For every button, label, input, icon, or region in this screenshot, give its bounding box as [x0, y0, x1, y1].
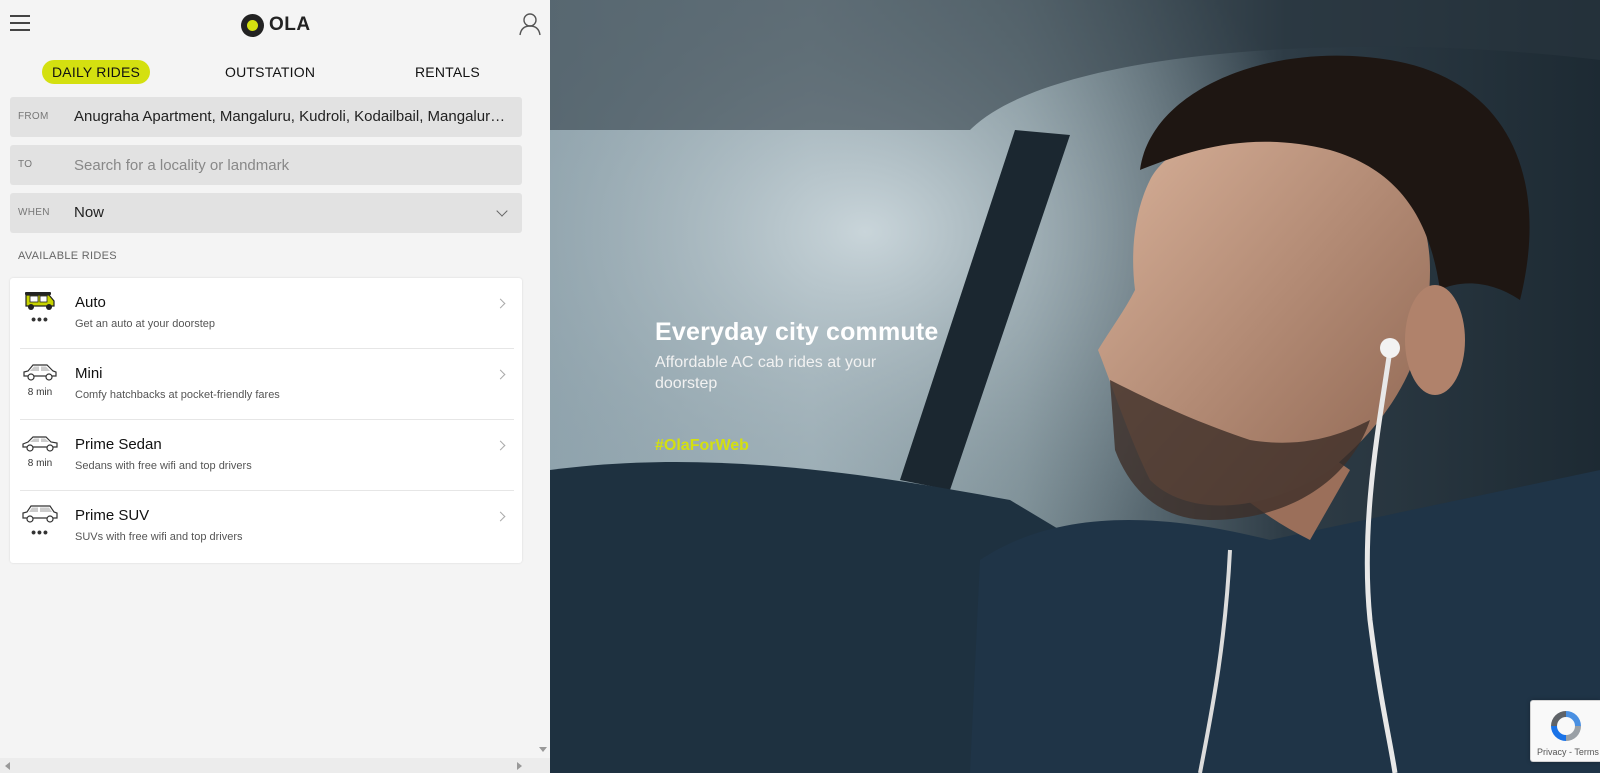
hero-banner: Everyday city commute Affordable AC cab …: [550, 0, 1600, 773]
user-profile-icon[interactable]: [519, 12, 541, 36]
tab-daily-rides[interactable]: DAILY RIDES: [42, 60, 151, 84]
ride-eta: •••: [31, 311, 49, 327]
hatchback-icon: [23, 364, 57, 381]
ride-option-prime-sedan[interactable]: 8 min Prime Sedan Sedans with free wifi …: [10, 420, 522, 491]
ride-option-prime-suv[interactable]: ••• Prime SUV SUVs with free wifi and to…: [10, 491, 522, 562]
ride-description: Get an auto at your doorstep: [75, 318, 216, 330]
tab-outstation[interactable]: OUTSTATION: [225, 60, 315, 84]
from-field[interactable]: FROM Anugraha Apartment, Mangaluru, Kudr…: [10, 97, 522, 137]
hero-subtitle: Affordable AC cab rides at your doorstep: [655, 354, 877, 392]
ride-name: Auto: [75, 294, 106, 311]
sedan-icon: [22, 436, 58, 452]
when-field[interactable]: WHEN Now: [10, 193, 522, 233]
available-rides-heading: AVAILABLE RIDES: [18, 250, 117, 262]
logo-text: OLA: [269, 14, 311, 35]
ride-description: Comfy hatchbacks at pocket-friendly fare…: [75, 389, 280, 401]
recaptcha-icon: [1551, 711, 1581, 741]
menu-icon[interactable]: [10, 15, 30, 33]
auto-rickshaw-icon: [25, 292, 55, 310]
ride-name: Prime SUV: [75, 507, 150, 524]
horizontal-scrollbar[interactable]: [0, 758, 550, 773]
ride-eta: •••: [31, 524, 49, 540]
ride-option-mini[interactable]: 8 min Mini Comfy hatchbacks at pocket-fr…: [10, 349, 522, 420]
chevron-right-icon: [495, 511, 506, 522]
ride-name: Prime Sedan: [75, 436, 162, 453]
to-label: TO: [18, 159, 33, 170]
rides-list: ••• Auto Get an auto at your doorstep 8 …: [10, 278, 522, 563]
ride-eta: 8 min: [27, 387, 53, 398]
when-label: WHEN: [18, 207, 50, 218]
to-input[interactable]: [74, 154, 504, 176]
recaptcha-terms[interactable]: Privacy - Terms: [1537, 747, 1599, 757]
recaptcha-badge[interactable]: Privacy - Terms: [1530, 700, 1600, 762]
ola-logo[interactable]: OLA: [241, 12, 311, 38]
chevron-right-icon: [495, 369, 506, 380]
vertical-scrollbar[interactable]: [536, 49, 550, 758]
to-field[interactable]: TO: [10, 145, 522, 185]
ola-logo-mark-icon: [241, 13, 264, 37]
tab-rentals[interactable]: RENTALS: [415, 60, 480, 84]
ride-option-auto[interactable]: ••• Auto Get an auto at your doorstep: [10, 278, 522, 349]
app-root: OLA DAILY RIDES OUTSTATION RENTALS FROM …: [0, 0, 1600, 773]
hero-title: Everyday city commute: [655, 318, 939, 346]
when-value[interactable]: Now: [74, 204, 512, 221]
ride-description: SUVs with free wifi and top drivers: [75, 531, 243, 543]
hero-hashtag: #OlaForWeb: [655, 437, 749, 454]
top-bar: OLA: [0, 0, 550, 49]
ride-type-tabs: DAILY RIDES OUTSTATION RENTALS: [0, 58, 550, 86]
ride-description: Sedans with free wifi and top drivers: [75, 460, 252, 472]
from-label: FROM: [18, 111, 49, 122]
chevron-right-icon: [495, 440, 506, 451]
ride-name: Mini: [75, 365, 103, 382]
suv-icon: [22, 505, 58, 523]
ride-eta: 8 min: [27, 458, 53, 469]
from-value[interactable]: Anugraha Apartment, Mangaluru, Kudroli, …: [74, 108, 512, 125]
booking-panel: OLA DAILY RIDES OUTSTATION RENTALS FROM …: [0, 0, 550, 773]
chevron-right-icon: [495, 298, 506, 309]
